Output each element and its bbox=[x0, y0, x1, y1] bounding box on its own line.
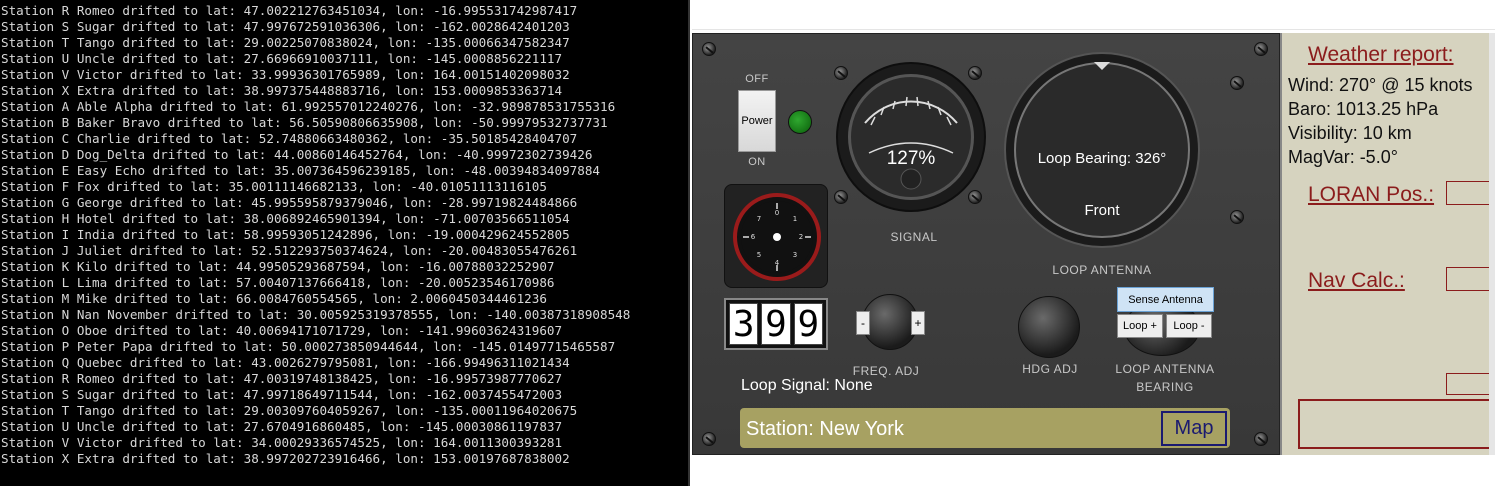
freq-minus-button[interactable]: - bbox=[856, 311, 870, 335]
wind-text: Wind: 270° @ 15 knots bbox=[1288, 75, 1473, 95]
signal-gauge: 127% bbox=[836, 62, 986, 212]
console-line: Station R Romeo drifted to lat: 47.00221… bbox=[1, 3, 578, 18]
hdg-adj-label: HDG ADJ bbox=[1022, 362, 1078, 376]
console-line: Station V Victor drifted to lat: 33.9993… bbox=[1, 67, 570, 82]
console-line: Station H Hotel drifted to lat: 38.00689… bbox=[1, 211, 570, 226]
info-panel: Weather report: Wind: 270° @ 15 knots Ba… bbox=[1280, 33, 1495, 455]
freq-adj-label: FREQ. ADJ bbox=[852, 364, 920, 378]
svg-text:1: 1 bbox=[793, 215, 797, 223]
visibility-text: Visibility: 10 km bbox=[1288, 123, 1412, 143]
off-label: OFF bbox=[745, 73, 769, 85]
station-name: Station: New York bbox=[746, 418, 904, 440]
magvar-text: MagVar: -5.0° bbox=[1288, 147, 1398, 167]
svg-text:5: 5 bbox=[757, 251, 761, 259]
console-line: Station O Oboe drifted to lat: 40.006941… bbox=[1, 323, 563, 338]
scrollbar[interactable] bbox=[1489, 33, 1495, 455]
signal-dial bbox=[848, 74, 974, 200]
map-button[interactable]: Map bbox=[1161, 411, 1227, 446]
loop-front: Front bbox=[1084, 202, 1120, 219]
console-output: Station R Romeo drifted to lat: 47.00221… bbox=[0, 0, 690, 486]
console-line: Station F Fox drifted to lat: 35.0011114… bbox=[1, 179, 547, 194]
svg-text:7: 7 bbox=[757, 215, 761, 223]
nav-calc-result-field[interactable] bbox=[1446, 373, 1495, 395]
console-line: Station R Romeo drifted to lat: 47.00319… bbox=[1, 371, 563, 386]
station-bar: Station: New York bbox=[740, 408, 1230, 448]
bearing-marker-icon bbox=[1094, 62, 1110, 70]
console-line: Station N Nan November drifted to lat: 3… bbox=[1, 307, 631, 322]
top-bar bbox=[692, 0, 1495, 30]
console-line: Station D Dog_Delta drifted to lat: 44.0… bbox=[1, 147, 593, 162]
signal-value: 127% bbox=[886, 148, 936, 169]
loran-pos-field[interactable] bbox=[1446, 181, 1495, 205]
console-line: Station E Easy Echo drifted to lat: 35.0… bbox=[1, 163, 600, 178]
svg-text:0: 0 bbox=[775, 209, 779, 217]
svg-text:4: 4 bbox=[775, 259, 780, 267]
loop-bearing-label-line2: BEARING bbox=[1136, 380, 1194, 394]
signal-scale-icon bbox=[864, 96, 958, 190]
counter-digit: 9 bbox=[761, 303, 791, 345]
loop-antenna-dial: Loop Bearing: 326° Front bbox=[1004, 52, 1200, 248]
screw-icon bbox=[1230, 210, 1244, 224]
frequency-counter: 3 9 9 bbox=[724, 298, 828, 350]
console-line: Station P Peter Papa drifted to lat: 50.… bbox=[1, 339, 616, 354]
console-line: Station K Kilo drifted to lat: 44.995052… bbox=[1, 259, 555, 274]
console-line: Station G George drifted to lat: 45.9955… bbox=[1, 195, 578, 210]
clock-icon: 0 1 2 3 4 5 6 7 bbox=[741, 201, 813, 273]
nav-calc-field[interactable] bbox=[1446, 267, 1495, 291]
console-line: Station B Baker Bravo drifted to lat: 56… bbox=[1, 115, 608, 130]
clock-gauge: 0 1 2 3 4 5 6 7 bbox=[724, 184, 828, 288]
weather-report-title: Weather report: bbox=[1308, 43, 1454, 66]
console-line: Station X Extra drifted to lat: 38.99737… bbox=[1, 83, 563, 98]
console-line: Station T Tango drifted to lat: 29.00225… bbox=[1, 35, 570, 50]
screw-icon bbox=[834, 66, 848, 80]
console-line: Station I India drifted to lat: 58.99593… bbox=[1, 227, 570, 242]
console-line: Station J Juliet drifted to lat: 52.5122… bbox=[1, 243, 578, 258]
screw-icon bbox=[1254, 42, 1268, 56]
signal-label: SIGNAL bbox=[890, 230, 938, 244]
counter-digit: 3 bbox=[729, 303, 759, 345]
loop-bearing: Loop Bearing: 326° bbox=[1037, 150, 1167, 167]
console-line: Station S Sugar drifted to lat: 47.99718… bbox=[1, 387, 563, 402]
clock-face: 0 1 2 3 4 5 6 7 bbox=[733, 193, 821, 281]
svg-text:2: 2 bbox=[799, 233, 803, 241]
loop-antenna-label: LOOP ANTENNA bbox=[1052, 263, 1152, 277]
sense-antenna-button[interactable]: Sense Antenna bbox=[1117, 287, 1214, 312]
screw-icon bbox=[702, 432, 716, 446]
svg-text:3: 3 bbox=[793, 251, 797, 259]
console-line: Station X Extra drifted to lat: 38.99720… bbox=[1, 451, 570, 466]
nav-calc-title: Nav Calc.: bbox=[1308, 269, 1405, 292]
power-led bbox=[788, 110, 812, 134]
console-line: Station L Lima drifted to lat: 57.004071… bbox=[1, 275, 555, 290]
loop-minus-button[interactable]: Loop - bbox=[1166, 314, 1212, 338]
screw-icon bbox=[834, 190, 848, 204]
on-label: ON bbox=[748, 156, 766, 168]
console-line: Station V Victor drifted to lat: 34.0002… bbox=[1, 435, 563, 450]
loop-signal-text: Loop Signal: None bbox=[741, 377, 873, 394]
power-switch[interactable]: Power bbox=[738, 90, 776, 152]
console-line: Station S Sugar drifted to lat: 47.99767… bbox=[1, 19, 570, 34]
console-line: Station Q Quebec drifted to lat: 43.0026… bbox=[1, 355, 570, 370]
console-line: Station C Charlie drifted to lat: 52.748… bbox=[1, 131, 578, 146]
baro-text: Baro: 1013.25 hPa bbox=[1288, 99, 1439, 119]
loop-bearing-label-line1: LOOP ANTENNA bbox=[1115, 362, 1215, 376]
hdg-adj-knob[interactable] bbox=[1018, 296, 1080, 358]
loop-plus-button[interactable]: Loop + bbox=[1117, 314, 1163, 338]
power-label: Power bbox=[741, 115, 773, 127]
console-line: Station U Uncle drifted to lat: 27.66966… bbox=[1, 51, 563, 66]
console-line: Station A Able Alpha drifted to lat: 61.… bbox=[1, 99, 616, 114]
screw-icon bbox=[702, 42, 716, 56]
loran-pos-title: LORAN Pos.: bbox=[1308, 183, 1435, 206]
console-line: Station U Uncle drifted to lat: 27.67049… bbox=[1, 419, 563, 434]
console-line: Station M Mike drifted to lat: 66.008476… bbox=[1, 291, 547, 306]
output-box[interactable] bbox=[1298, 399, 1495, 449]
svg-text:6: 6 bbox=[751, 233, 756, 241]
counter-digit: 9 bbox=[793, 303, 823, 345]
freq-adj-knob[interactable] bbox=[862, 294, 918, 350]
console-line: Station T Tango drifted to lat: 29.00309… bbox=[1, 403, 578, 418]
freq-plus-button[interactable]: + bbox=[911, 311, 925, 335]
screw-icon bbox=[1230, 76, 1244, 90]
screw-icon bbox=[1254, 432, 1268, 446]
